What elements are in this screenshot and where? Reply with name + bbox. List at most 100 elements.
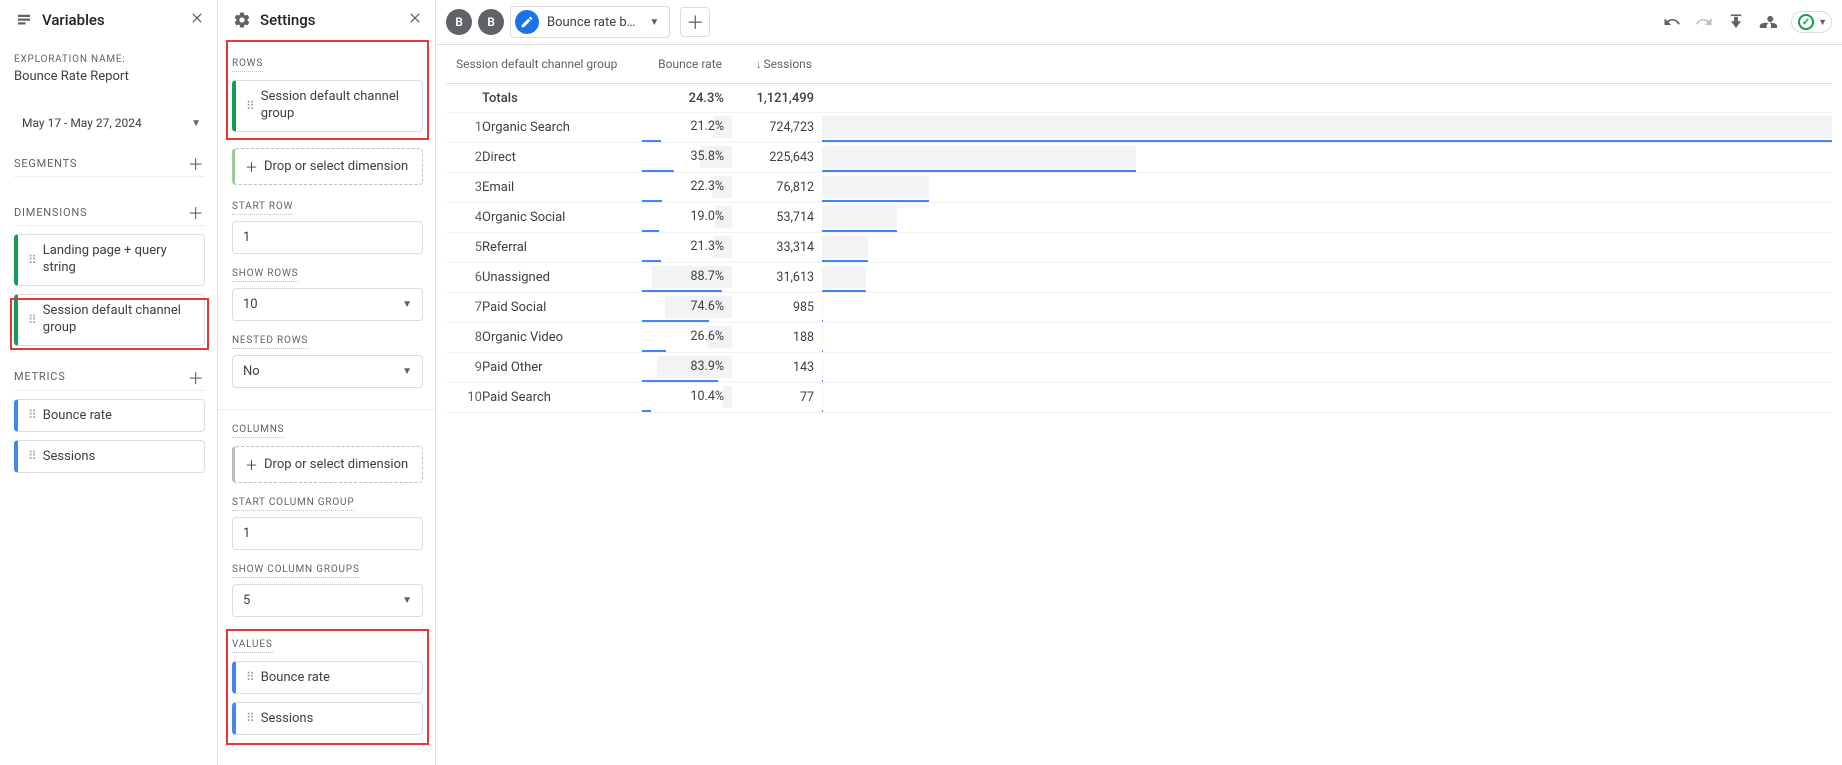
close-icon[interactable] xyxy=(189,10,205,30)
segments-label: SEGMENTS xyxy=(14,157,77,170)
sessions-cell: 77 xyxy=(732,383,822,413)
metric-chip-bounce-rate[interactable]: Bounce rate xyxy=(14,399,205,432)
sessions-bar-cell xyxy=(822,353,1832,383)
start-column-input[interactable]: 1 xyxy=(232,517,423,550)
date-range-picker[interactable]: May 17 - May 27, 2024 ▼ xyxy=(14,110,205,136)
row-name: Unassigned xyxy=(482,263,642,293)
row-index: 1 xyxy=(446,113,482,143)
table-row[interactable]: 6Unassigned88.7%31,613 xyxy=(446,263,1832,293)
col-header-bounce-rate[interactable]: Bounce rate xyxy=(642,45,732,84)
sort-desc-icon: ↓ xyxy=(756,58,762,71)
row-name: Email xyxy=(482,173,642,203)
chip-label: Session default channel group xyxy=(43,303,194,337)
table-row[interactable]: 3Email22.3%76,812 xyxy=(446,173,1832,203)
sessions-bar-cell xyxy=(822,263,1832,293)
values-chip-bounce-rate[interactable]: Bounce rate xyxy=(232,661,423,694)
chip-label: Sessions xyxy=(261,711,314,726)
table-row[interactable]: 2Direct35.8%225,643 xyxy=(446,143,1832,173)
grip-icon xyxy=(246,674,253,680)
sessions-bar-cell xyxy=(822,293,1832,323)
totals-sessions: 1,121,499 xyxy=(732,84,822,113)
exploration-name-value[interactable]: Bounce Rate Report xyxy=(14,69,205,84)
start-column-label: START COLUMN GROUP xyxy=(232,497,354,511)
tab-menu-button[interactable]: ▼ xyxy=(643,17,665,28)
rows-chip-session-channel[interactable]: Session default channel group xyxy=(232,80,423,132)
bounce-rate-cell: 26.6% xyxy=(642,323,732,353)
grip-icon xyxy=(246,103,253,109)
values-label: VALUES xyxy=(232,639,273,653)
chevron-down-icon: ▼ xyxy=(402,595,412,606)
table-row[interactable]: 4Organic Social19.0%53,714 xyxy=(446,203,1832,233)
col-header-sessions[interactable]: ↓Sessions xyxy=(732,45,822,84)
table-row[interactable]: 8Organic Video26.6%188 xyxy=(446,323,1832,353)
tab-label: Bounce rate b… xyxy=(545,15,637,30)
add-segment-button[interactable]: ＋ xyxy=(187,154,205,172)
sessions-bar-cell xyxy=(822,383,1832,413)
edit-icon xyxy=(515,10,539,34)
sessions-cell: 188 xyxy=(732,323,822,353)
sessions-bar-cell xyxy=(822,143,1832,173)
sessions-cell: 724,723 xyxy=(732,113,822,143)
drop-area-columns[interactable]: ＋ Drop or select dimension xyxy=(232,446,423,483)
show-rows-label: SHOW ROWS xyxy=(232,268,298,282)
table-row[interactable]: 1Organic Search21.2%724,723 xyxy=(446,113,1832,143)
redo-button[interactable] xyxy=(1691,9,1717,35)
tab-active[interactable]: Bounce rate b… ▼ xyxy=(510,6,670,38)
sessions-cell: 33,314 xyxy=(732,233,822,263)
undo-button[interactable] xyxy=(1659,9,1685,35)
sessions-bar-cell xyxy=(822,203,1832,233)
tab-inactive-1[interactable]: B xyxy=(446,9,472,35)
share-button[interactable] xyxy=(1755,9,1781,35)
row-index: 3 xyxy=(446,173,482,203)
status-menu[interactable]: ✓ ▼ xyxy=(1791,11,1832,33)
dimension-chip-session-channel[interactable]: Session default channel group xyxy=(14,294,205,346)
grip-icon xyxy=(28,412,35,418)
row-name: Organic Social xyxy=(482,203,642,233)
table-row[interactable]: 10Paid Search10.4%77 xyxy=(446,383,1832,413)
chevron-down-icon: ▼ xyxy=(191,118,201,129)
drop-label: Drop or select dimension xyxy=(264,159,408,174)
row-name: Paid Social xyxy=(482,293,642,323)
dimensions-label: DIMENSIONS xyxy=(14,206,87,219)
grip-icon xyxy=(28,453,35,459)
plus-icon: ＋ xyxy=(245,157,258,176)
row-index: 5 xyxy=(446,233,482,263)
drop-area-rows[interactable]: ＋ Drop or select dimension xyxy=(232,148,423,185)
row-name: Paid Search xyxy=(482,383,642,413)
metric-chip-sessions[interactable]: Sessions xyxy=(14,440,205,473)
sessions-cell: 31,613 xyxy=(732,263,822,293)
row-name: Direct xyxy=(482,143,642,173)
bounce-rate-cell: 21.3% xyxy=(642,233,732,263)
totals-label: Totals xyxy=(482,84,642,113)
new-tab-button[interactable]: ＋ xyxy=(680,7,710,37)
metrics-label: METRICS xyxy=(14,370,66,383)
chip-label: Sessions xyxy=(43,449,96,464)
sessions-bar-cell xyxy=(822,113,1832,143)
check-icon: ✓ xyxy=(1798,14,1814,30)
totals-bounce: 24.3% xyxy=(642,84,732,113)
close-icon[interactable] xyxy=(407,10,423,30)
table-row[interactable]: 7Paid Social74.6%985 xyxy=(446,293,1832,323)
add-metric-button[interactable]: ＋ xyxy=(187,368,205,386)
variables-panel-title: Variables xyxy=(42,11,105,29)
plus-icon: ＋ xyxy=(245,455,258,474)
sessions-bar-cell xyxy=(822,173,1832,203)
add-dimension-button[interactable]: ＋ xyxy=(187,203,205,221)
table-row[interactable]: 9Paid Other83.9%143 xyxy=(446,353,1832,383)
row-name: Organic Search xyxy=(482,113,642,143)
start-row-input[interactable]: 1 xyxy=(232,221,423,254)
show-column-groups-label: SHOW COLUMN GROUPS xyxy=(232,564,360,578)
nested-rows-select[interactable]: No ▼ xyxy=(232,355,423,388)
col-header-dimension[interactable]: Session default channel group xyxy=(446,45,642,84)
show-column-groups-select[interactable]: 5 ▼ xyxy=(232,584,423,617)
bounce-rate-cell: 35.8% xyxy=(642,143,732,173)
data-table: Session default channel group Bounce rat… xyxy=(446,45,1832,413)
table-row[interactable]: 5Referral21.3%33,314 xyxy=(446,233,1832,263)
values-chip-sessions[interactable]: Sessions xyxy=(232,702,423,735)
rows-label: ROWS xyxy=(232,58,263,72)
download-button[interactable] xyxy=(1723,9,1749,35)
show-rows-select[interactable]: 10 ▼ xyxy=(232,288,423,321)
tab-inactive-2[interactable]: B xyxy=(478,9,504,35)
dimension-chip-landing-page[interactable]: Landing page + query string xyxy=(14,234,205,286)
row-name: Paid Other xyxy=(482,353,642,383)
